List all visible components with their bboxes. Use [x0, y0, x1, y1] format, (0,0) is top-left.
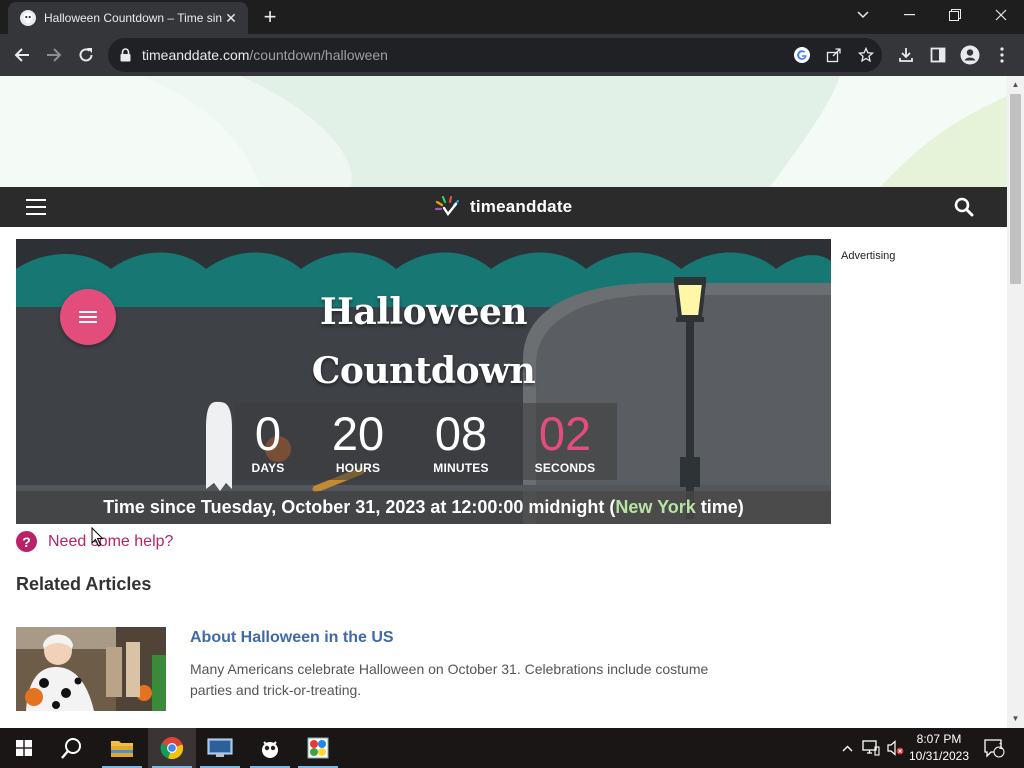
menu-icon — [79, 311, 97, 323]
lock-icon[interactable] — [120, 48, 131, 67]
address-bar[interactable]: timeanddate.com/countdown/halloween — [108, 38, 882, 72]
hours-cell: 20 HOURS — [310, 403, 406, 480]
countdown-hero: Halloween Countdown 0 DAYS 20 HOURS 08 M… — [16, 239, 831, 524]
minutes-cell: 08 MINUTES — [413, 403, 509, 480]
new-tab-icon[interactable]: + — [258, 4, 282, 30]
volume-muted-icon[interactable] — [884, 728, 906, 768]
bookmark-star-icon[interactable] — [856, 45, 876, 65]
google-icon[interactable] — [792, 45, 812, 65]
countdown-display: 0 DAYS 20 HOURS 08 MINUTES 02 SECONDS — [234, 403, 617, 480]
scroll-down-arrow-icon[interactable]: ▼ — [1011, 714, 1020, 723]
hamburger-menu-icon[interactable] — [26, 199, 46, 215]
countdown-menu-button[interactable] — [60, 289, 116, 345]
page-scrollbar[interactable]: ▲ ▼ — [1007, 76, 1024, 728]
search-icon[interactable] — [954, 197, 974, 222]
skull-favicon-icon — [20, 10, 36, 26]
minutes-label: MINUTES — [433, 461, 489, 475]
system-clock[interactable]: 8:07 PM 10/31/2023 — [906, 731, 972, 765]
seconds-value: 02 — [538, 407, 592, 460]
browser-toolbar: timeanddate.com/countdown/halloween — [0, 34, 1024, 76]
download-icon[interactable] — [892, 41, 920, 69]
share-icon[interactable] — [824, 45, 844, 65]
browser-tab[interactable]: Halloween Countdown – Time sin ✕ — [8, 2, 248, 34]
tab-close-icon[interactable]: ✕ — [222, 10, 240, 27]
countdown-caption: Time since Tuesday, October 31, 2023 at … — [16, 491, 831, 524]
article-title-link[interactable]: About Halloween in the US — [190, 629, 394, 647]
minimize-icon[interactable] — [886, 0, 932, 30]
article-thumbnail[interactable] — [16, 627, 166, 711]
ad-banner — [0, 76, 1007, 187]
city-link[interactable]: New York — [615, 497, 695, 517]
notification-center-icon[interactable]: 1 — [980, 728, 1008, 768]
file-explorer-icon[interactable] — [98, 728, 146, 768]
app-mascot-icon[interactable] — [246, 728, 294, 768]
scroll-thumb[interactable] — [1010, 94, 1021, 284]
related-articles-heading: Related Articles — [16, 574, 152, 594]
tab-search-chevron-icon[interactable] — [840, 0, 886, 30]
close-window-icon[interactable] — [978, 0, 1024, 30]
hours-label: HOURS — [335, 461, 381, 475]
browser-tab-strip: Halloween Countdown – Time sin ✕ + — [0, 0, 1024, 34]
days-value: 0 — [254, 407, 282, 460]
countdown-title-line2: Countdown — [311, 350, 536, 392]
tray-chevron-up-icon[interactable] — [838, 728, 856, 768]
help-link[interactable]: Need some help? — [48, 533, 173, 551]
site-navbar: timeanddate — [0, 187, 1007, 227]
site-logo[interactable]: timeanddate — [434, 196, 572, 218]
mouse-cursor-icon — [91, 526, 104, 552]
clock-time: 8:07 PM — [916, 732, 962, 746]
days-cell: 0 DAYS — [220, 403, 316, 480]
seconds-cell: 02 SECONDS — [517, 403, 613, 480]
url-text: timeanddate.com/countdown/halloween — [142, 47, 388, 63]
logo-burst-icon — [434, 196, 460, 217]
remote-desktop-icon[interactable] — [196, 728, 244, 768]
colorful-app-icon[interactable] — [294, 728, 342, 768]
chrome-taskbar-icon[interactable] — [148, 728, 196, 768]
help-icon[interactable]: ? — [16, 531, 37, 552]
advertising-label: Advertising — [841, 250, 896, 262]
windows-taskbar: 8:07 PM 10/31/2023 1 — [0, 728, 1024, 768]
back-icon[interactable] — [8, 41, 36, 69]
notification-count: 1 — [998, 741, 1004, 751]
windows-start-icon[interactable] — [0, 728, 48, 768]
tab-title: Halloween Countdown – Time sin — [44, 11, 222, 25]
days-label: DAYS — [251, 461, 285, 475]
kebab-menu-icon[interactable] — [988, 41, 1016, 69]
network-icon[interactable] — [860, 728, 882, 768]
clock-date: 10/31/2023 — [908, 749, 970, 763]
profile-icon[interactable] — [956, 41, 984, 69]
scroll-up-arrow-icon[interactable]: ▲ — [1011, 80, 1020, 89]
countdown-title-line1: Halloween — [319, 291, 528, 333]
seconds-label: SECONDS — [534, 461, 596, 475]
restore-icon[interactable] — [932, 0, 978, 30]
forward-icon[interactable] — [40, 41, 68, 69]
minutes-value: 08 — [434, 407, 488, 460]
taskbar-search-icon[interactable] — [48, 728, 96, 768]
logo-text: timeanddate — [470, 197, 573, 216]
page-viewport: timeanddate Halloween Countdown 0 DAYS 2… — [0, 76, 1007, 728]
reload-icon[interactable] — [72, 41, 100, 69]
hours-value: 20 — [331, 407, 385, 460]
article-description: Many Americans celebrate Halloween on Oc… — [190, 661, 709, 698]
side-panel-icon[interactable] — [924, 41, 952, 69]
